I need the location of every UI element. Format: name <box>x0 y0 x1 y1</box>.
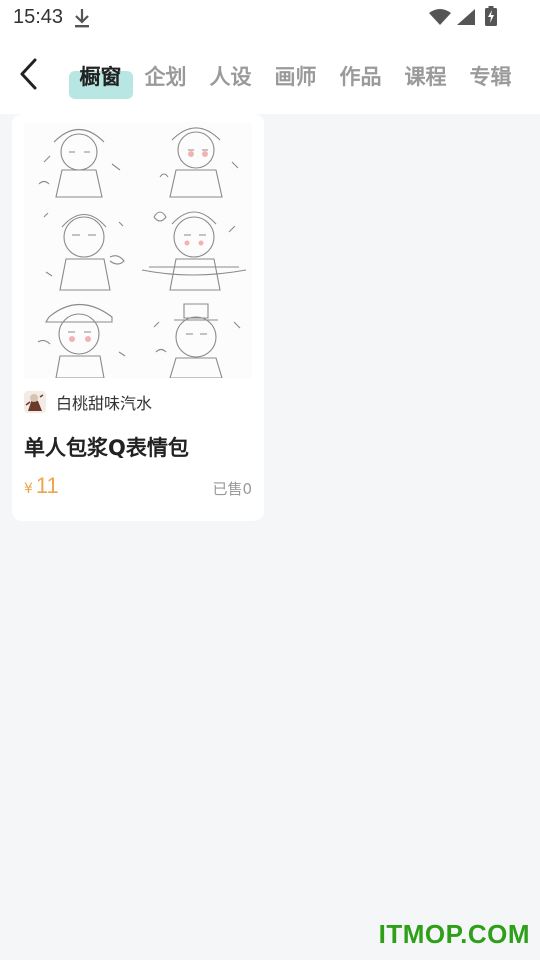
wifi-icon <box>429 9 451 25</box>
author-avatar <box>24 391 46 413</box>
battery-charging-icon <box>485 6 497 26</box>
product-card[interactable]: 白桃甜味汽水 单人包浆Q表情包 ¥ 11 已售0 <box>12 114 264 521</box>
price-currency: ¥ <box>24 481 33 497</box>
tab-bar: 橱窗 企划 人设 画师 作品 课程 专辑 <box>68 54 523 99</box>
download-icon <box>75 9 89 28</box>
header: 橱窗 企划 人设 画师 作品 课程 专辑 <box>0 36 540 114</box>
tab-label: 专辑 <box>469 65 512 89</box>
signal-icon <box>457 9 475 25</box>
author-row[interactable]: 白桃甜味汽水 <box>24 390 152 414</box>
content-area: 白桃甜味汽水 单人包浆Q表情包 ¥ 11 已售0 <box>0 114 540 960</box>
author-name: 白桃甜味汽水 <box>56 394 153 413</box>
price: ¥ 11 <box>24 473 59 499</box>
tab-label: 课程 <box>404 65 447 89</box>
watermark: ITMOP.COM <box>378 919 530 949</box>
tab-label: 作品 <box>339 65 382 89</box>
tab-albums[interactable]: 专辑 <box>458 54 523 98</box>
status-time: 15:43 <box>13 6 64 28</box>
tab-label: 企划 <box>144 65 187 89</box>
tab-label: 画师 <box>274 65 317 89</box>
tab-artist[interactable]: 画师 <box>263 54 328 98</box>
chevron-left-icon <box>20 58 37 90</box>
product-title: 单人包浆Q表情包 <box>24 436 189 460</box>
sold-count: 已售0 <box>212 480 252 498</box>
tab-label: 橱窗 <box>79 65 122 89</box>
price-value: 11 <box>35 473 59 498</box>
tab-works[interactable]: 作品 <box>328 54 393 98</box>
tab-character[interactable]: 人设 <box>198 54 263 98</box>
tab-label: 人设 <box>209 65 252 89</box>
tab-courses[interactable]: 课程 <box>393 54 458 98</box>
back-button[interactable] <box>14 56 44 92</box>
tab-showcase[interactable]: 橱窗 <box>68 54 133 99</box>
tab-planning[interactable]: 企划 <box>133 54 198 98</box>
product-thumbnail <box>24 122 252 378</box>
status-bar: 15:43 <box>0 0 540 36</box>
